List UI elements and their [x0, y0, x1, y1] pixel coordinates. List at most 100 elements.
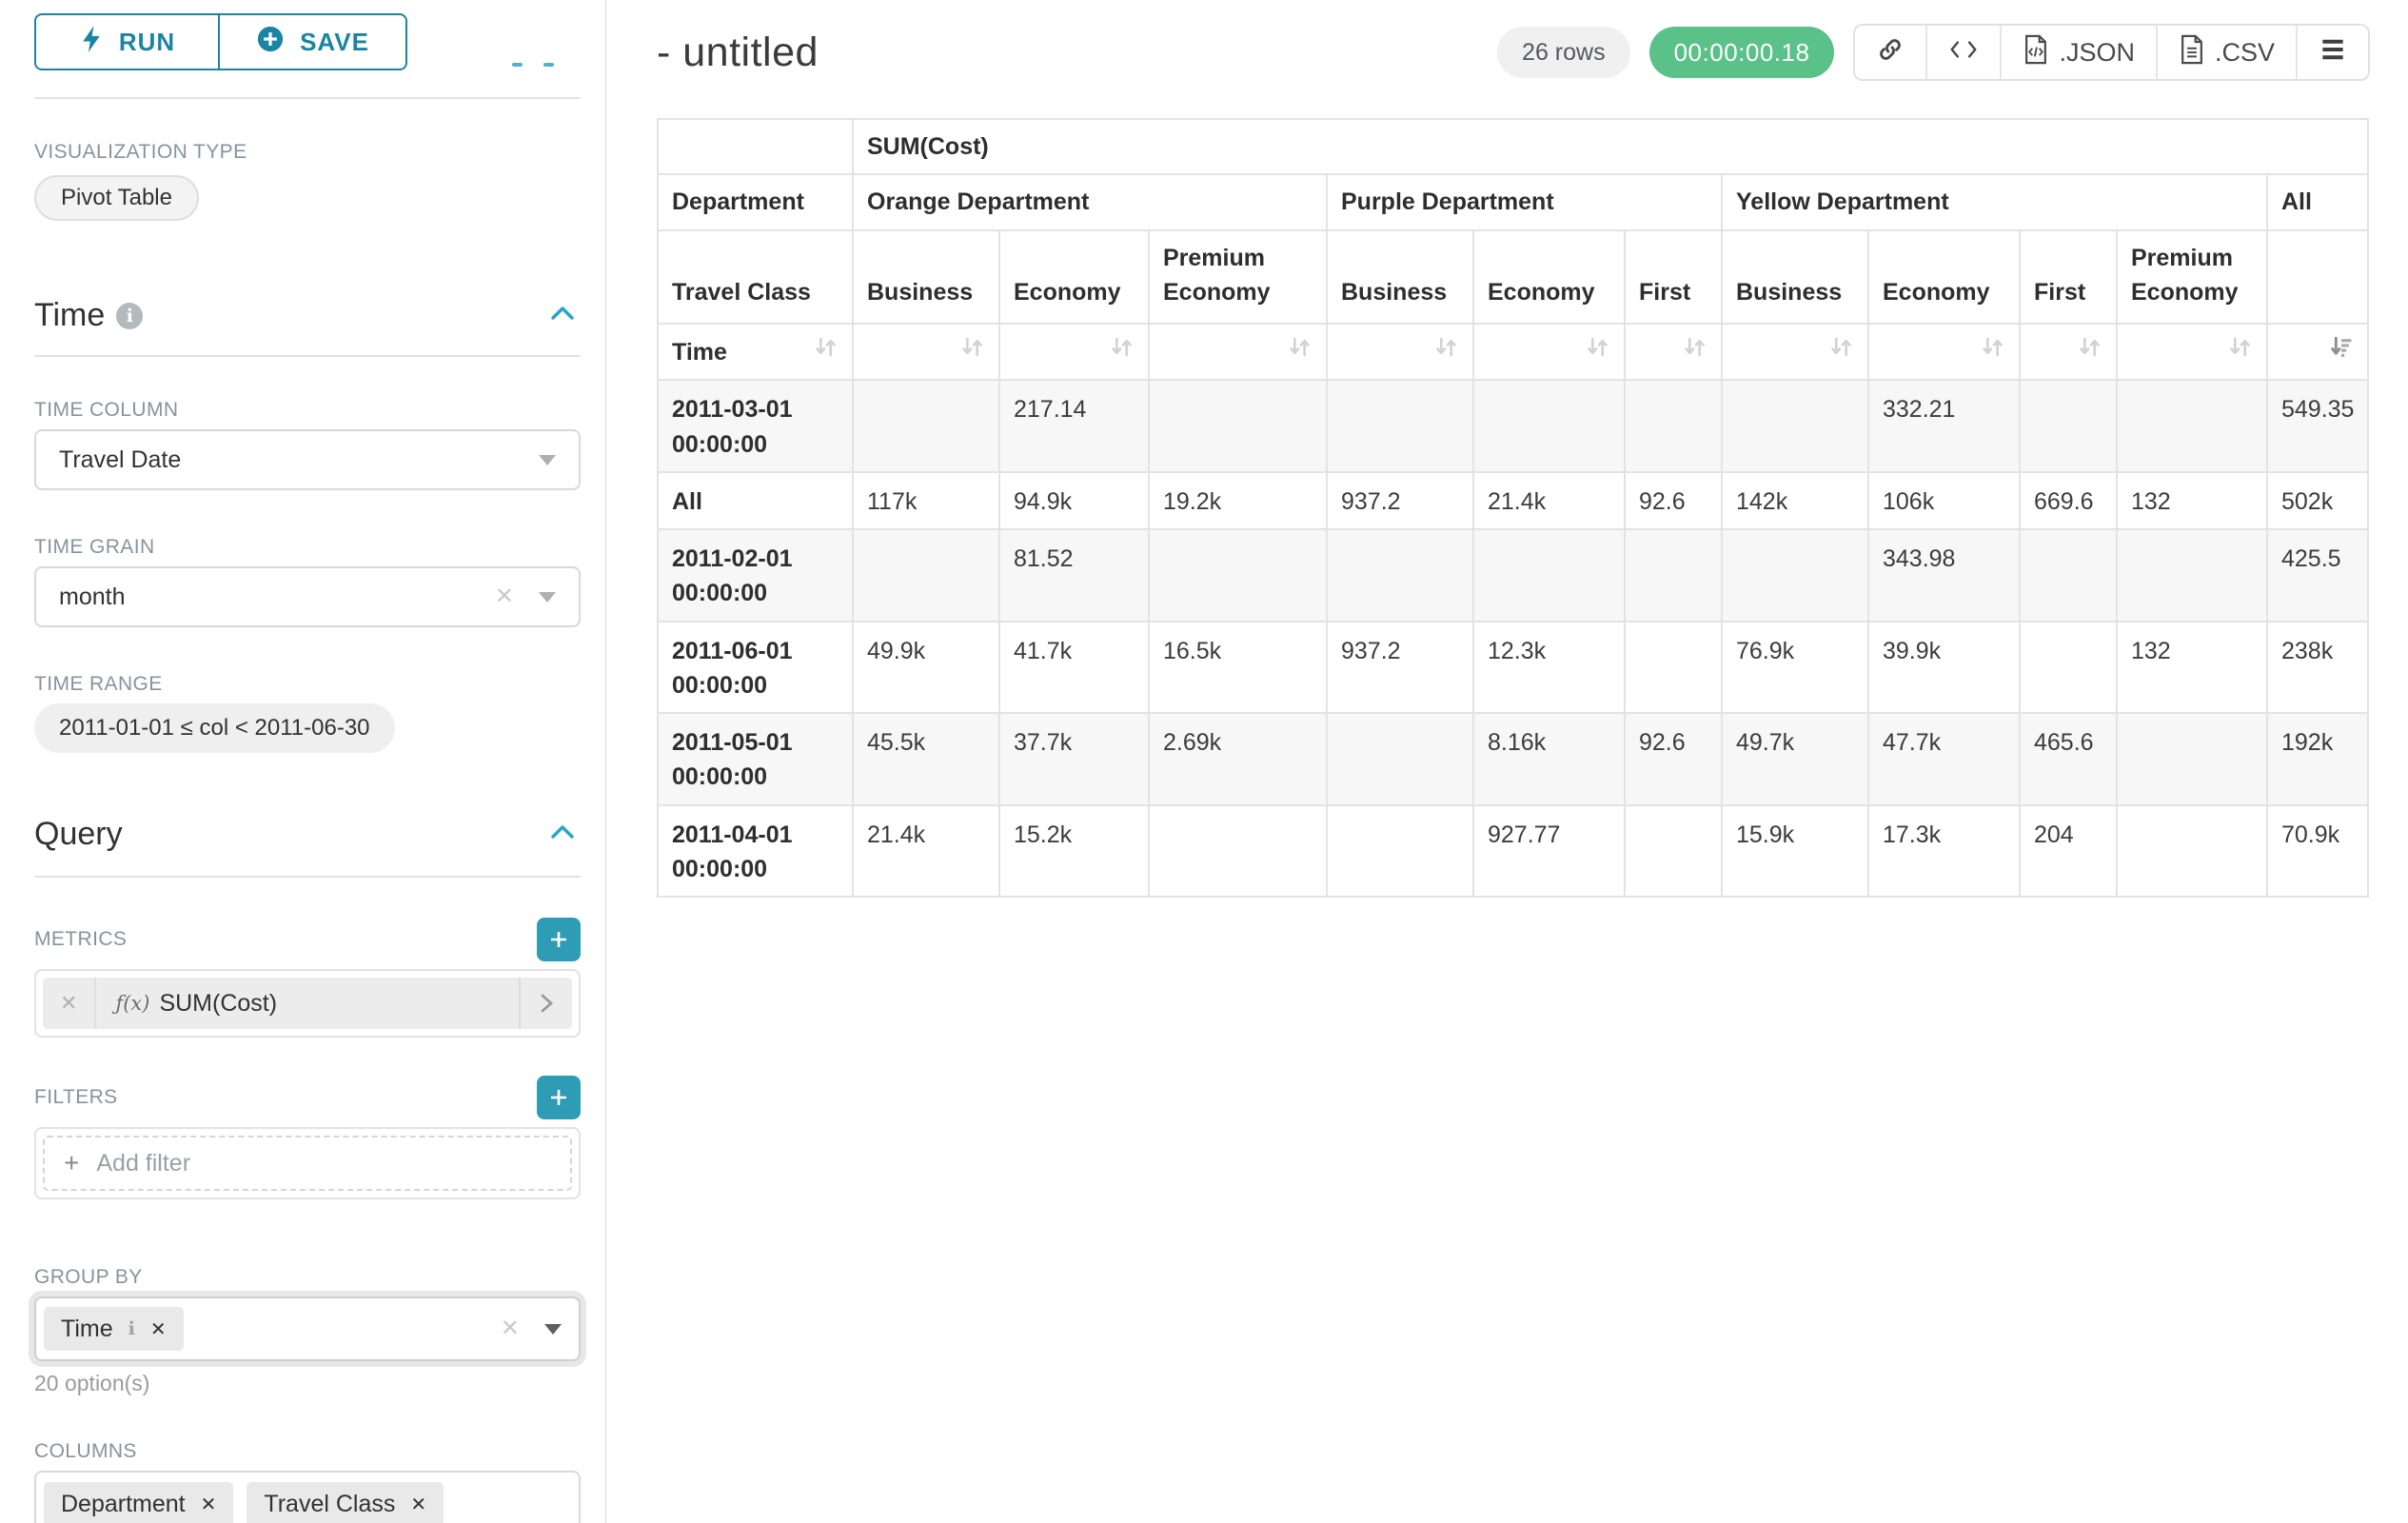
- explore-view: Chart Type RUN SAVE VISUALIZATION TY: [0, 0, 2408, 1523]
- pivot-column-header: Premium Economy: [1149, 230, 1327, 325]
- pivot-value-cell: 49.7k: [1722, 713, 1868, 805]
- remove-chip-icon[interactable]: ✕: [201, 1493, 217, 1516]
- menu-button[interactable]: [2298, 26, 2368, 79]
- group-by-chip-time[interactable]: Time i ✕: [44, 1307, 184, 1351]
- pivot-value-cell: 15.2k: [999, 805, 1149, 898]
- time-grain-label: TIME GRAIN: [34, 536, 581, 559]
- sort-icon[interactable]: [2227, 334, 2253, 369]
- columns-select[interactable]: Department ✕ Travel Class ✕ ✕: [34, 1471, 581, 1523]
- run-button[interactable]: RUN: [34, 13, 219, 70]
- sort-descending-icon[interactable]: [2328, 334, 2354, 369]
- sort-icon[interactable]: [1828, 334, 1854, 369]
- save-button[interactable]: SAVE: [219, 13, 407, 70]
- pivot-row-header: 2011-03-01 00:00:00: [658, 380, 853, 472]
- chevron-up-icon[interactable]: [550, 824, 575, 844]
- sort-icon[interactable]: [1682, 334, 1707, 369]
- time-range-pill[interactable]: 2011-01-01 ≤ col < 2011-06-30: [34, 703, 395, 753]
- pivot-column-sort[interactable]: [1868, 324, 2020, 380]
- pivot-column-sort[interactable]: [2267, 324, 2368, 380]
- pivot-column-sort[interactable]: [1625, 324, 1722, 380]
- export-json-button[interactable]: .JSON: [2002, 26, 2158, 79]
- pivot-value-cell: [1625, 805, 1722, 898]
- pivot-value-cell: 15.9k: [1722, 805, 1868, 898]
- pivot-column-sort[interactable]: [999, 324, 1149, 380]
- sort-icon[interactable]: [1109, 334, 1135, 369]
- time-section-title: Time: [34, 297, 105, 334]
- sort-icon[interactable]: [1433, 334, 1459, 369]
- sort-icon[interactable]: [1287, 334, 1313, 369]
- control-panel: Chart Type RUN SAVE VISUALIZATION TY: [0, 0, 606, 1523]
- pivot-group-header: Orange Department: [853, 174, 1327, 229]
- pivot-value-cell: 92.6: [1625, 472, 1722, 529]
- export-csv-button[interactable]: .CSV: [2158, 26, 2298, 79]
- time-column-label: TIME COLUMN: [34, 399, 581, 422]
- chevron-right-icon[interactable]: [519, 978, 572, 1029]
- chart-type-collapse-icon[interactable]: [512, 63, 554, 67]
- pivot-row-axis-sort[interactable]: Time: [658, 324, 853, 380]
- time-column-select[interactable]: Travel Date: [34, 429, 581, 490]
- pivot-column-header: First: [1625, 230, 1722, 325]
- time-grain-select[interactable]: month ✕: [34, 566, 581, 627]
- chevron-up-icon[interactable]: [550, 306, 575, 326]
- pivot-value-cell: 238k: [2267, 622, 2368, 714]
- metric-chip[interactable]: ✕ ƒ(x) SUM(Cost): [43, 978, 572, 1029]
- pivot-column-sort[interactable]: [1473, 324, 1625, 380]
- pivot-data-row: 2011-03-01 00:00:00217.14332.21549.35: [658, 380, 2368, 472]
- pivot-column-sort[interactable]: [1327, 324, 1473, 380]
- sort-icon[interactable]: [959, 334, 985, 369]
- visualization-type-label: VISUALIZATION TYPE: [34, 141, 581, 164]
- pivot-column-header: Economy: [1473, 230, 1625, 325]
- chart-area: - untitled 26 rows 00:00:00.18: [606, 0, 2408, 1523]
- pivot-value-cell: 669.6: [2020, 472, 2117, 529]
- plus-circle-icon: [256, 25, 285, 60]
- pivot-value-cell: 45.5k: [853, 713, 999, 805]
- sort-icon[interactable]: [1980, 334, 2005, 369]
- pivot-value-cell: [1327, 713, 1473, 805]
- pivot-data-row: 2011-05-01 00:00:0045.5k37.7k2.69k8.16k9…: [658, 713, 2368, 805]
- group-by-select[interactable]: Time i ✕ ✕: [34, 1296, 581, 1361]
- visualization-type-pill[interactable]: Pivot Table: [34, 175, 199, 221]
- pivot-value-cell: 94.9k: [999, 472, 1149, 529]
- clear-icon[interactable]: ✕: [501, 1317, 520, 1340]
- pivot-column-sort[interactable]: [1149, 324, 1327, 380]
- pivot-value-cell: 37.7k: [999, 713, 1149, 805]
- columns-chip-department[interactable]: Department ✕: [44, 1482, 233, 1523]
- pivot-value-cell: 549.35: [2267, 380, 2368, 472]
- pivot-column-sort[interactable]: [2117, 324, 2267, 380]
- remove-chip-icon[interactable]: ✕: [150, 1317, 167, 1341]
- page-title: - untitled: [657, 30, 819, 76]
- pivot-data-row: 2011-02-01 00:00:0081.52343.98425.5: [658, 529, 2368, 622]
- pivot-value-cell: 142k: [1722, 472, 1868, 529]
- group-by-label: GROUP BY: [34, 1266, 581, 1289]
- pivot-value-cell: 70.9k: [2267, 805, 2368, 898]
- row-count-badge: 26 rows: [1497, 27, 1630, 78]
- chart-header: - untitled 26 rows 00:00:00.18: [657, 23, 2408, 82]
- pivot-column-sort[interactable]: [2020, 324, 2117, 380]
- remove-metric-icon[interactable]: ✕: [43, 978, 96, 1029]
- columns-chip-travel-class[interactable]: Travel Class ✕: [247, 1482, 444, 1523]
- pivot-column-header: Business: [853, 230, 999, 325]
- pivot-value-cell: [2117, 380, 2267, 472]
- sort-icon[interactable]: [813, 334, 839, 369]
- query-section-header: Query: [34, 816, 581, 853]
- view-query-button[interactable]: [1927, 26, 2002, 79]
- copy-link-button[interactable]: [1855, 26, 1927, 79]
- clear-icon[interactable]: ✕: [495, 585, 514, 608]
- pivot-column-header: First: [2020, 230, 2117, 325]
- filters-container: + Add filter: [34, 1127, 581, 1199]
- column-info-icon: i: [128, 1318, 135, 1339]
- add-metric-button[interactable]: [537, 918, 581, 961]
- pivot-column-sort[interactable]: [853, 324, 999, 380]
- remove-chip-icon[interactable]: ✕: [410, 1493, 426, 1516]
- query-section-title: Query: [34, 816, 123, 853]
- sort-icon[interactable]: [2077, 334, 2102, 369]
- pivot-value-cell: 217.14: [999, 380, 1149, 472]
- group-by-options-hint: 20 option(s): [34, 1371, 581, 1396]
- add-filter-button[interactable]: [537, 1076, 581, 1119]
- pivot-value-cell: [1327, 805, 1473, 898]
- pivot-value-cell: [1625, 622, 1722, 714]
- pivot-column-sort[interactable]: [1722, 324, 1868, 380]
- add-filter-dropzone[interactable]: + Add filter: [43, 1136, 572, 1191]
- sort-icon[interactable]: [1585, 334, 1610, 369]
- pivot-row-header: 2011-02-01 00:00:00: [658, 529, 853, 622]
